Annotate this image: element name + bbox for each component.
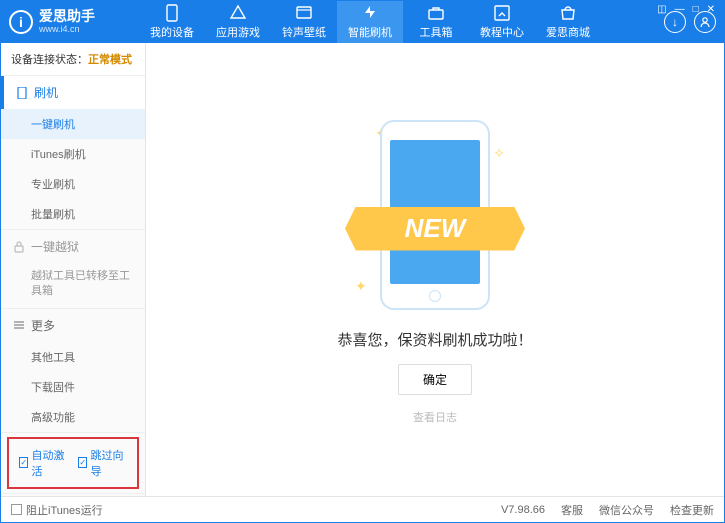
nav-tab-0[interactable]: 我的设备: [139, 1, 205, 43]
checkbox-skip-guide[interactable]: ✓ 跳过向导: [78, 447, 127, 479]
nav-tab-4[interactable]: 工具箱: [403, 1, 469, 43]
status-value: 正常模式: [88, 54, 132, 66]
confirm-button[interactable]: 确定: [398, 364, 472, 395]
logo-icon: i: [9, 10, 33, 34]
sidebar-item-flash-0[interactable]: 一键刷机: [1, 109, 145, 139]
nav-tab-5[interactable]: 教程中心: [469, 1, 535, 43]
apps-icon: [229, 4, 247, 22]
section-flash-header[interactable]: 刷机: [1, 76, 145, 109]
success-illustration: ✦ ✧ ✦ NEW: [355, 115, 515, 315]
nav-tab-6[interactable]: 爱思商城: [535, 1, 601, 43]
body: 设备连接状态：正常模式 刷机 一键刷机iTunes刷机专业刷机批量刷机 一键越狱…: [1, 43, 724, 496]
sparkle-icon: ✧: [493, 145, 505, 162]
tutorial-icon: [493, 4, 511, 22]
sidebar-item-flash-3[interactable]: 批量刷机: [1, 199, 145, 229]
checkbox-auto-activate-label: 自动激活: [31, 447, 68, 479]
nav-tab-2[interactable]: 铃声壁纸: [271, 1, 337, 43]
checkbox-highlight-box: ✓ 自动激活 ✓ 跳过向导: [7, 437, 139, 489]
section-jailbreak-label: 一键越狱: [31, 238, 79, 255]
section-more: 更多 其他工具下载固件高级功能: [1, 309, 145, 433]
nav-tab-label: 教程中心: [480, 24, 524, 40]
minimize-button[interactable]: —: [675, 4, 685, 15]
sidebar-item-flash-1[interactable]: iTunes刷机: [1, 139, 145, 169]
jailbreak-note: 越狱工具已转移至工具箱: [1, 263, 145, 308]
titlebar: i 爱思助手 www.i4.cn 我的设备 应用游戏 铃声壁纸 智能刷机 工具箱 教程中心…: [1, 1, 724, 43]
close-button[interactable]: ✕: [707, 4, 715, 15]
nav-tab-label: 应用游戏: [216, 24, 260, 40]
nav-tabs: 我的设备 应用游戏 铃声壁纸 智能刷机 工具箱 教程中心 爱思商城: [139, 1, 664, 43]
section-flash-label: 刷机: [34, 84, 58, 101]
check-update-link[interactable]: 检查更新: [670, 502, 714, 518]
section-more-label: 更多: [31, 317, 55, 334]
checkbox-block-itunes[interactable]: [11, 504, 22, 515]
user-icon: [699, 16, 711, 28]
connection-status: 设备连接状态：正常模式: [1, 43, 145, 76]
toolbox-icon: [427, 4, 445, 22]
nav-tab-3[interactable]: 智能刷机: [337, 1, 403, 43]
footer: 阻止iTunes运行 V7.98.66 客服 微信公众号 检查更新: [1, 496, 724, 522]
app-name: 爱思助手: [39, 9, 95, 24]
flash-icon: [361, 4, 379, 22]
nav-tab-label: 工具箱: [420, 24, 453, 40]
checkbox-auto-activate[interactable]: ✓ 自动激活: [19, 447, 68, 479]
service-link[interactable]: 客服: [561, 502, 583, 518]
sidebar-item-more-1[interactable]: 下载固件: [1, 372, 145, 402]
sidebar: 设备连接状态：正常模式 刷机 一键刷机iTunes刷机专业刷机批量刷机 一键越狱…: [1, 43, 146, 496]
window-controls: ◫ — □ ✕: [657, 4, 715, 15]
app-url: www.i4.cn: [39, 25, 95, 35]
version-label: V7.98.66: [501, 504, 545, 516]
nav-tab-label: 铃声壁纸: [282, 24, 326, 40]
new-ribbon: NEW: [345, 207, 525, 251]
app-window: ◫ — □ ✕ i 爱思助手 www.i4.cn 我的设备 应用游戏 铃声壁纸 智能刷…: [0, 0, 725, 523]
sidebar-item-flash-2[interactable]: 专业刷机: [1, 169, 145, 199]
nav-tab-label: 爱思商城: [546, 24, 590, 40]
check-icon: ✓: [19, 457, 28, 468]
lock-icon: [13, 241, 25, 253]
maximize-button[interactable]: □: [693, 4, 699, 15]
nav-tab-label: 智能刷机: [348, 24, 392, 40]
wechat-link[interactable]: 微信公众号: [599, 502, 654, 518]
menu-icon: [13, 319, 25, 331]
status-label: 设备连接状态：: [11, 54, 88, 66]
section-flash: 刷机 一键刷机iTunes刷机专业刷机批量刷机: [1, 76, 145, 230]
nav-tab-1[interactable]: 应用游戏: [205, 1, 271, 43]
section-jailbreak-header[interactable]: 一键越狱: [1, 230, 145, 263]
nav-tab-label: 我的设备: [150, 24, 194, 40]
sidebar-item-more-0[interactable]: 其他工具: [1, 342, 145, 372]
sparkle-icon: ✦: [355, 278, 367, 295]
sidebar-item-more-2[interactable]: 高级功能: [1, 402, 145, 432]
main-content: ✦ ✧ ✦ NEW 恭喜您，保资料刷机成功啦！ 确定 查看日志: [146, 43, 724, 496]
tool-button[interactable]: ◫: [657, 4, 666, 15]
section-jailbreak: 一键越狱 越狱工具已转移至工具箱: [1, 230, 145, 309]
block-itunes-label: 阻止iTunes运行: [26, 502, 103, 518]
checkbox-skip-guide-label: 跳过向导: [90, 447, 127, 479]
view-log-link[interactable]: 查看日志: [413, 409, 457, 425]
store-icon: [559, 4, 577, 22]
phone-icon: [16, 87, 28, 99]
check-icon: ✓: [78, 457, 87, 468]
logo-area: i 爱思助手 www.i4.cn: [9, 9, 139, 34]
phone-icon: [163, 4, 181, 22]
success-message: 恭喜您，保资料刷机成功啦！: [337, 329, 532, 350]
media-icon: [295, 4, 313, 22]
section-more-header[interactable]: 更多: [1, 309, 145, 342]
